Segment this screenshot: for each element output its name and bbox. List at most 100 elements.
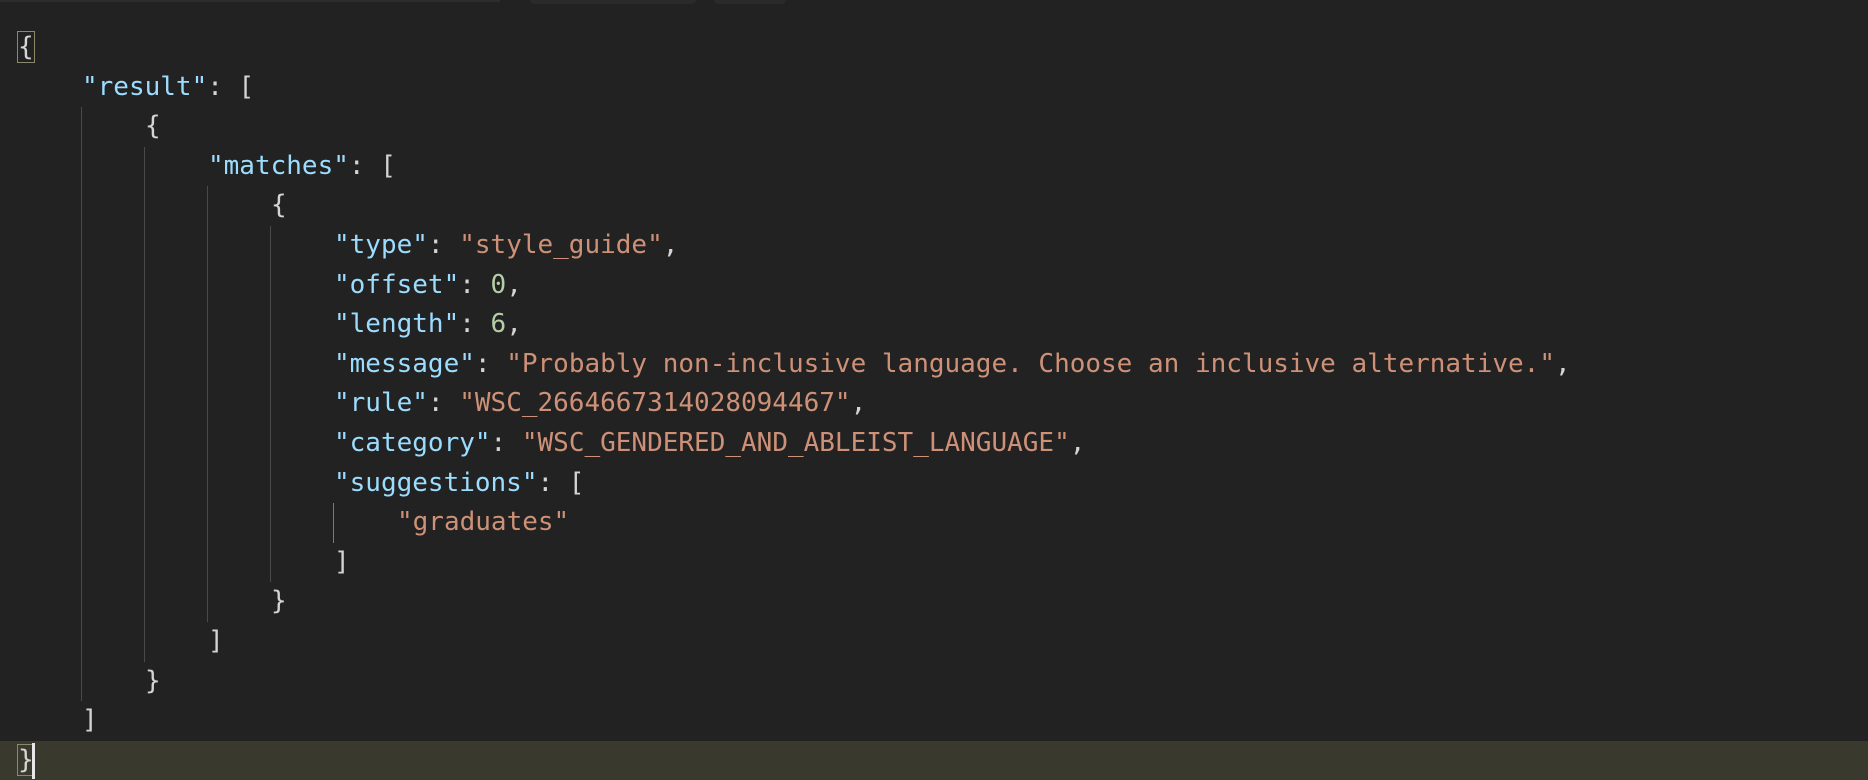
indent-guide: [144, 621, 145, 662]
code-token: "category": [334, 427, 491, 458]
indent-guide: [207, 305, 208, 345]
code-token: :: [474, 348, 507, 379]
code-line[interactable]: "length": 6,: [0, 305, 1868, 345]
indent-guide: [207, 463, 208, 504]
code-text: "category": "WSC_GENDERED_AND_ABLEIST_LA…: [334, 424, 1085, 464]
code-line[interactable]: "suggestions": [: [0, 463, 1868, 504]
code-token: ]: [82, 705, 98, 736]
code-token: "type": [334, 229, 428, 260]
indent-guide: [144, 582, 145, 622]
code-token: :: [459, 309, 491, 340]
code-token: "length": [334, 309, 460, 340]
code-token: "matches": [208, 150, 349, 181]
code-text: {: [145, 107, 161, 147]
code-text: {: [17, 28, 35, 68]
code-text: "type": "style_guide",: [334, 226, 678, 266]
code-token: "WSC_2664667314028094467": [459, 388, 851, 419]
indent-guide: [81, 661, 82, 702]
code-token: "style_guide": [459, 229, 663, 260]
code-token: "suggestions": [334, 467, 538, 498]
code-text: ]: [82, 701, 98, 741]
code-token: ,: [1554, 348, 1571, 379]
indent-guide: [144, 463, 145, 504]
code-text: ]: [208, 622, 224, 662]
code-token: ,: [850, 388, 867, 419]
tab-indicator[interactable]: [530, 0, 696, 4]
code-line[interactable]: {: [0, 186, 1868, 226]
code-token: 6: [490, 309, 507, 340]
indent-guide: [207, 503, 208, 543]
indent-guide: [144, 186, 145, 226]
indent-guide: [81, 463, 82, 504]
code-token: ,: [506, 269, 522, 300]
indent-guide: [81, 503, 82, 543]
indent-guide: [81, 582, 82, 622]
code-token: : [: [348, 150, 396, 181]
indent-guide: [144, 423, 145, 464]
code-text: ]: [334, 543, 350, 583]
code-text: "offset": 0,: [334, 266, 522, 306]
code-line[interactable]: }: [0, 582, 1868, 622]
indent-guide: [144, 265, 145, 306]
code-line[interactable]: "graduates": [0, 503, 1868, 543]
code-token: : [: [207, 71, 255, 102]
code-text: }: [271, 582, 287, 622]
code-line[interactable]: ]: [0, 621, 1868, 662]
code-token: {: [145, 111, 161, 142]
indent-guide: [270, 344, 271, 385]
indent-guide: [144, 542, 145, 583]
code-line[interactable]: {: [0, 107, 1868, 147]
indent-guide: [81, 384, 82, 424]
code-token: :: [427, 388, 460, 419]
code-line[interactable]: ]: [0, 542, 1868, 583]
code-text: "graduates": [397, 503, 569, 543]
indent-guide: [270, 305, 271, 345]
code-token: :: [459, 269, 491, 300]
code-token: "WSC_GENDERED_AND_ABLEIST_LANGUAGE": [521, 427, 1070, 458]
code-token: ]: [334, 546, 350, 577]
code-line[interactable]: "message": "Probably non-inclusive langu…: [0, 344, 1868, 385]
indent-guide: [144, 305, 145, 345]
text-cursor: [32, 742, 35, 779]
code-line[interactable]: ]: [0, 701, 1868, 741]
code-token: }: [145, 665, 161, 696]
indent-guide: [81, 186, 82, 226]
indent-guide: [270, 463, 271, 504]
indent-guide: [270, 542, 271, 583]
indent-guide: [81, 265, 82, 306]
indent-guide: [144, 503, 145, 543]
indent-guide: [144, 384, 145, 424]
indent-guide: [270, 503, 271, 543]
code-text: "result": [: [82, 68, 254, 108]
code-token: :: [490, 427, 522, 458]
tab-indicator[interactable]: [714, 0, 786, 4]
code-token: ,: [1069, 427, 1086, 458]
indent-guide: [333, 503, 334, 543]
code-text: "suggestions": [: [334, 464, 584, 504]
indent-guide: [81, 423, 82, 464]
indent-guide: [270, 265, 271, 306]
indent-guide: [81, 621, 82, 662]
code-line[interactable]: "category": "WSC_GENDERED_AND_ABLEIST_LA…: [0, 423, 1868, 464]
code-line[interactable]: "rule": "WSC_2664667314028094467",: [0, 384, 1868, 424]
code-token: "Probably non-inclusive language. Choose…: [506, 348, 1555, 379]
indent-guide: [207, 384, 208, 424]
code-token: : [: [537, 467, 585, 498]
indent-guide: [207, 344, 208, 385]
code-text: "length": 6,: [334, 305, 522, 345]
code-line[interactable]: "matches": [: [0, 146, 1868, 187]
code-line[interactable]: {: [0, 28, 1868, 68]
indent-guide: [144, 225, 145, 266]
code-line[interactable]: }: [0, 740, 1868, 780]
code-line[interactable]: }: [0, 661, 1868, 702]
indent-guide: [207, 582, 208, 622]
indent-guide: [270, 384, 271, 424]
indent-guide: [81, 305, 82, 345]
code-line[interactable]: "result": [: [0, 68, 1868, 108]
code-editor[interactable]: {"result": [{"matches": [{"type": "style…: [0, 28, 1868, 780]
indent-guide: [207, 423, 208, 464]
code-line[interactable]: "offset": 0,: [0, 265, 1868, 306]
code-line[interactable]: "type": "style_guide",: [0, 225, 1868, 266]
code-token: }: [271, 586, 287, 617]
code-text: "message": "Probably non-inclusive langu…: [334, 345, 1571, 385]
